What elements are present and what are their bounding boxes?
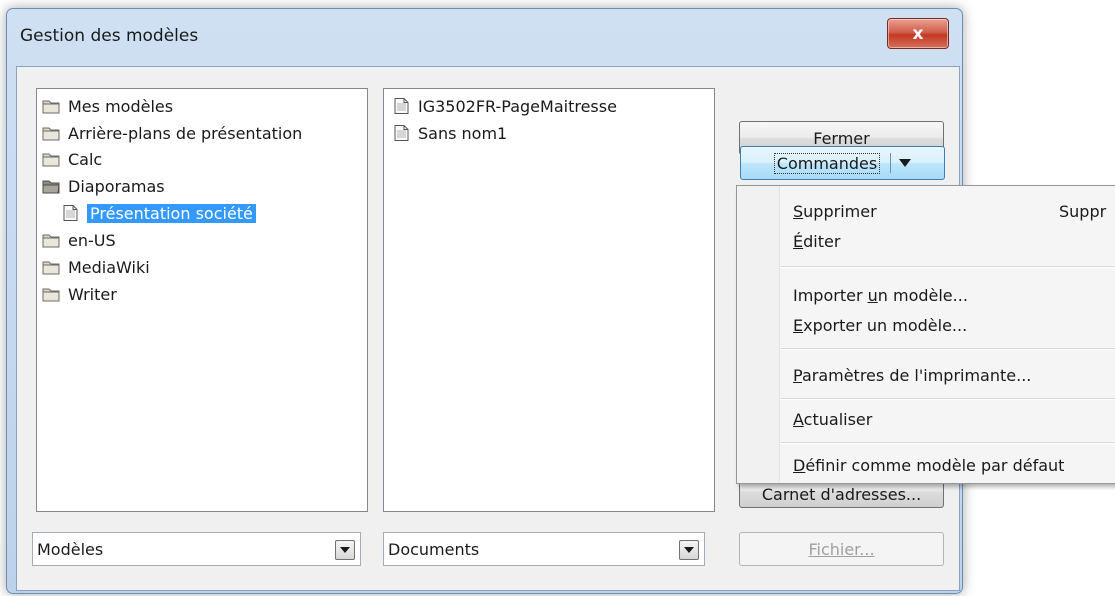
document-icon	[392, 125, 410, 141]
folder-icon	[42, 286, 60, 302]
tree-item-diaporamas[interactable]: Diaporamas	[42, 175, 165, 197]
commands-button[interactable]: Commandes	[740, 146, 945, 180]
list-item-label: Sans nom1	[418, 123, 508, 143]
document-list[interactable]: IG3502FR-PageMaitresse Sans nom1	[383, 88, 715, 512]
tree-item-en-us[interactable]: en-US	[42, 229, 116, 251]
document-source-select-value: Documents	[388, 539, 480, 559]
menu-item-refresh[interactable]: Actualiser	[793, 410, 872, 429]
folder-open-icon	[42, 178, 60, 194]
folder-icon	[42, 151, 60, 167]
file-button: Fichier...	[739, 532, 944, 566]
menu-separator	[781, 348, 1115, 350]
tree-item-label: MediaWiki	[68, 257, 150, 277]
list-item[interactable]: IG3502FR-PageMaitresse	[392, 95, 617, 117]
folder-icon	[42, 125, 60, 141]
chevron-down-icon	[684, 547, 694, 553]
address-book-button-label: Carnet d'adresses...	[761, 484, 922, 504]
menu-item-import-template[interactable]: Importer un modèle...	[793, 286, 968, 305]
menu-item-edit[interactable]: Éditer	[793, 232, 840, 251]
folder-icon	[42, 259, 60, 275]
menu-icon-gutter	[737, 186, 780, 483]
commands-menu: Supprimer Suppr Éditer Importer un modèl…	[736, 185, 1115, 484]
chevron-down-icon	[899, 159, 912, 167]
document-source-select[interactable]: Documents	[383, 532, 705, 566]
tree-item-mes-modeles[interactable]: Mes modèles	[42, 95, 173, 117]
menu-item-set-default-template[interactable]: Définir comme modèle par défaut	[793, 456, 1064, 475]
commands-separator	[890, 153, 892, 173]
category-select[interactable]: Modèles	[32, 532, 361, 566]
tree-item-mediawiki[interactable]: MediaWiki	[42, 256, 150, 278]
menu-item-printer-settings[interactable]: Paramètres de l'imprimante...	[793, 366, 1031, 385]
chevron-down-icon	[340, 547, 350, 553]
list-item[interactable]: Sans nom1	[392, 122, 507, 144]
close-button-label: Fermer	[813, 128, 870, 148]
dropdown-arrow-icon[interactable]	[335, 540, 355, 560]
document-icon	[392, 98, 410, 114]
tree-item-label: Calc	[68, 149, 103, 169]
menu-item-export-template[interactable]: Exporter un modèle...	[793, 316, 967, 335]
tree-item-writer[interactable]: Writer	[42, 283, 117, 305]
folder-icon	[42, 98, 60, 114]
list-item-label: IG3502FR-PageMaitresse	[418, 96, 617, 116]
menu-separator	[781, 266, 1115, 268]
document-icon	[61, 205, 79, 221]
close-window-button[interactable]: x	[887, 18, 949, 49]
tree-item-label: en-US	[68, 230, 116, 250]
tree-item-label: Diaporamas	[68, 176, 165, 196]
menu-item-delete[interactable]: Supprimer Suppr	[793, 202, 1106, 221]
dialog-title: Gestion des modèles	[20, 26, 199, 46]
file-button-label: Fichier...	[808, 539, 875, 559]
tree-item-presentation-societe[interactable]: Présentation société	[61, 202, 256, 224]
tree-item-calc[interactable]: Calc	[42, 148, 102, 170]
tree-item-label-selected: Présentation société	[87, 203, 256, 223]
category-select-value: Modèles	[37, 539, 104, 559]
close-icon: x	[912, 23, 924, 44]
tree-item-arriere-plans[interactable]: Arrière-plans de présentation	[42, 122, 302, 144]
commands-button-label: Commandes	[773, 152, 881, 174]
dropdown-arrow-icon[interactable]	[679, 540, 699, 560]
menu-separator	[781, 398, 1115, 400]
tree-item-label: Arrière-plans de présentation	[68, 123, 303, 143]
menu-item-shortcut: Suppr	[1059, 202, 1107, 221]
tree-item-label: Writer	[68, 284, 117, 304]
folder-icon	[42, 232, 60, 248]
category-tree[interactable]: Mes modèles Arrière-plans de présentatio…	[36, 88, 368, 512]
tree-item-label: Mes modèles	[68, 96, 174, 116]
menu-separator	[781, 442, 1115, 444]
